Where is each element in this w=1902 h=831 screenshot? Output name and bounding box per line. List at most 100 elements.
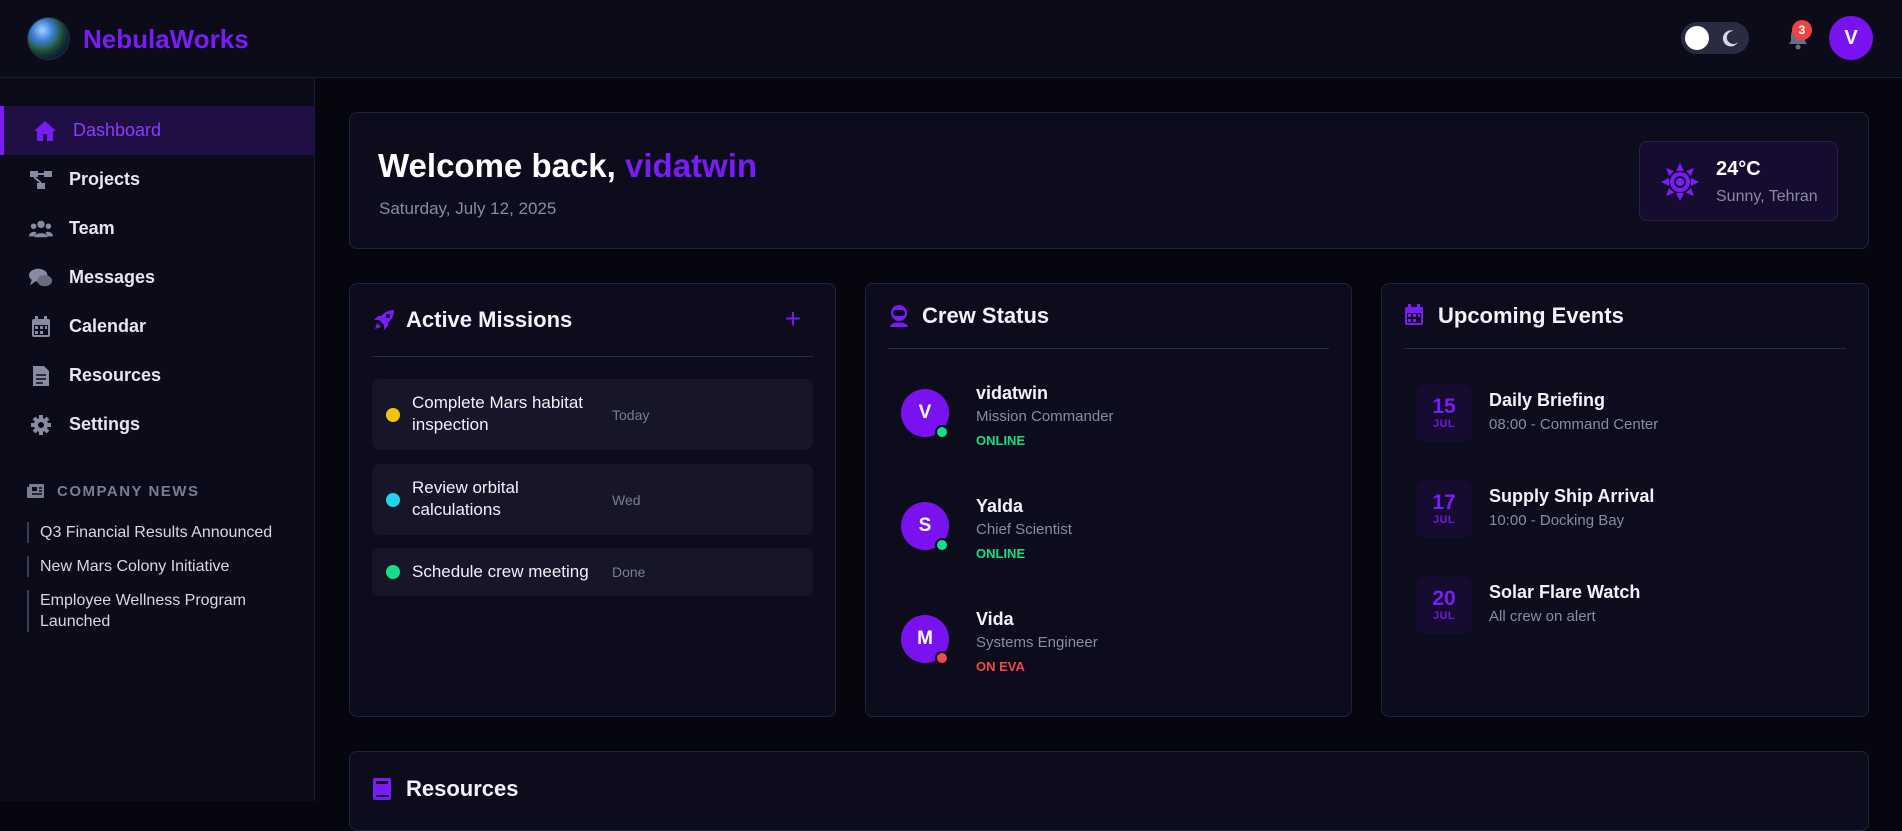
sidebar-item-label: Calendar (69, 316, 147, 336)
user-avatar[interactable]: V (1829, 16, 1873, 60)
mission-item[interactable]: Review orbital calculations Wed (372, 464, 813, 535)
current-date: Saturday, July 12, 2025 (379, 199, 557, 218)
calendar-icon (1404, 304, 1428, 328)
sidebar-item-label: Projects (69, 169, 141, 189)
event-title: Solar Flare Watch (1489, 582, 1641, 602)
event-date-box: 17 JUL (1416, 480, 1472, 538)
crew-role: Mission Commander (976, 408, 1114, 425)
crew-member[interactable]: S Yalda Chief Scientist ONLINE (901, 482, 1301, 572)
news-item[interactable]: New Mars Colony Initiative (27, 556, 277, 577)
event-item[interactable]: 17 JUL Supply Ship Arrival 10:00 - Docki… (1416, 480, 1816, 540)
event-month: JUL (1432, 418, 1456, 430)
card-header: Resources (372, 776, 519, 802)
sidebar-item-messages[interactable]: Messages (0, 253, 315, 302)
event-subtitle: 10:00 - Docking Bay (1489, 512, 1625, 529)
event-item[interactable]: 20 JUL Solar Flare Watch All crew on ale… (1416, 576, 1816, 636)
mission-text: Complete Mars habitat inspection (412, 393, 584, 434)
event-month: JUL (1432, 514, 1456, 526)
event-subtitle: All crew on alert (1489, 608, 1596, 625)
event-title: Supply Ship Arrival (1489, 486, 1655, 506)
comments-icon (29, 266, 53, 290)
card-title: Active Missions (406, 307, 573, 332)
sidebar-item-label: Resources (69, 365, 162, 385)
resources-card: Resources (349, 751, 1869, 831)
crew-status-dot (935, 651, 949, 665)
event-day: 15 (1432, 395, 1456, 418)
upcoming-events-card: Upcoming Events 15 JUL Daily Briefing 08… (1381, 283, 1869, 717)
crew-status-card: Crew Status V vidatwin Mission Commander… (865, 283, 1352, 717)
sidebar-item-calendar[interactable]: Calendar (0, 302, 315, 351)
crew-role: Chief Scientist (976, 521, 1072, 538)
calendar-icon (29, 315, 53, 339)
mission-text: Review orbital calculations (412, 478, 519, 519)
sun-icon (1661, 163, 1699, 201)
notification-badge: 3 (1792, 20, 1812, 40)
add-mission-button[interactable]: + (781, 305, 805, 333)
mission-item[interactable]: Schedule crew meeting Done (372, 548, 813, 596)
file-icon (29, 364, 53, 388)
crew-status-label: ON EVA (976, 659, 1025, 674)
theme-toggle[interactable] (1681, 22, 1749, 54)
crew-status-label: ONLINE (976, 546, 1026, 561)
brand-name[interactable]: NebulaWorks (83, 24, 249, 55)
mission-item[interactable]: Complete Mars habitat inspection Today (372, 379, 813, 450)
sidebar: Dashboard Projects Team Messages Calenda… (0, 78, 315, 801)
welcome-card: Welcome back, vidatwin Saturday, July 12… (349, 112, 1869, 249)
event-day: 17 (1432, 491, 1456, 514)
rocket-icon (372, 308, 396, 332)
event-item[interactable]: 15 JUL Daily Briefing 08:00 - Command Ce… (1416, 384, 1816, 444)
sidebar-item-dashboard[interactable]: Dashboard (0, 106, 315, 155)
users-icon (29, 217, 53, 241)
book-icon (372, 777, 396, 801)
company-news-heading: COMPANY NEWS (27, 482, 199, 500)
mission-status-dot (386, 493, 400, 507)
company-news-title: COMPANY NEWS (57, 482, 200, 500)
username-text: vidatwin (625, 147, 758, 184)
crew-name: Yalda (976, 496, 1024, 516)
crew-name: vidatwin (976, 383, 1049, 403)
crew-member[interactable]: V vidatwin Mission Commander ONLINE (901, 369, 1301, 459)
crew-status-dot (935, 425, 949, 439)
newspaper-icon (27, 482, 45, 500)
weather-widget: 24°C Sunny, Tehran (1639, 141, 1838, 221)
weather-description: Sunny, Tehran (1716, 188, 1818, 205)
globe-logo-icon (28, 18, 69, 59)
event-day: 20 (1432, 587, 1456, 610)
sidebar-item-label: Dashboard (73, 120, 162, 140)
sidebar-item-resources[interactable]: Resources (0, 351, 315, 400)
sidebar-item-label: Team (69, 218, 115, 238)
active-missions-card: Active Missions + Complete Mars habitat … (349, 283, 836, 717)
crew-member[interactable]: M Vida Systems Engineer ON EVA (901, 595, 1301, 685)
sidebar-item-label: Messages (69, 267, 156, 287)
crew-role: Systems Engineer (976, 634, 1098, 651)
event-month: JUL (1432, 610, 1456, 622)
mission-date: Wed (612, 492, 641, 508)
greeting-text: Welcome back, (378, 147, 616, 184)
sidebar-item-team[interactable]: Team (0, 204, 315, 253)
news-item[interactable]: Q3 Financial Results Announced (27, 522, 277, 543)
mission-status-dot (386, 565, 400, 579)
sidebar-item-label: Settings (69, 414, 141, 434)
gear-icon (29, 413, 53, 437)
sidebar-item-projects[interactable]: Projects (0, 155, 315, 204)
event-title: Daily Briefing (1489, 390, 1606, 410)
mission-date: Today (612, 407, 650, 423)
card-title: Crew Status (922, 303, 1050, 328)
mission-status-dot (386, 408, 400, 422)
home-icon (33, 119, 57, 143)
event-date-box: 15 JUL (1416, 384, 1472, 442)
crew-status-label: ONLINE (976, 433, 1026, 448)
card-title: Resources (406, 776, 519, 801)
event-date-box: 20 JUL (1416, 576, 1472, 634)
sidebar-item-settings[interactable]: Settings (0, 400, 315, 449)
crew-status-dot (935, 538, 949, 552)
welcome-heading: Welcome back, vidatwin (378, 147, 757, 185)
weather-temperature: 24°C (1716, 158, 1761, 180)
crew-name: Vida (976, 609, 1014, 629)
mission-text: Schedule crew meeting (412, 562, 589, 581)
event-subtitle: 08:00 - Command Center (1489, 416, 1659, 433)
astronaut-icon (888, 304, 912, 328)
project-diagram-icon (29, 168, 53, 192)
news-item[interactable]: Employee Wellness Program Launched (27, 590, 277, 632)
top-bar: NebulaWorks 3 V (0, 0, 1902, 78)
